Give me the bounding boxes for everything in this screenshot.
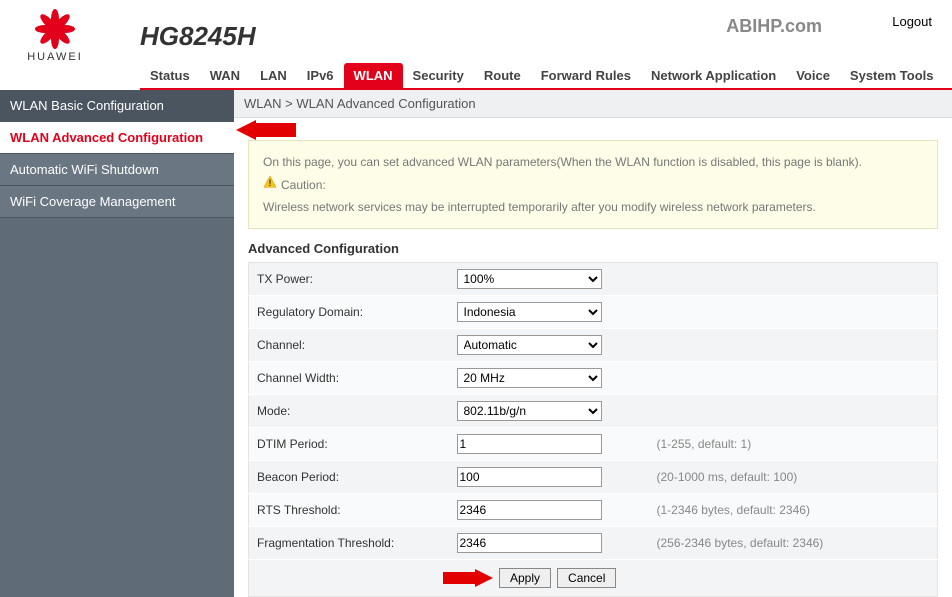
field-label: Channel Width: bbox=[249, 362, 449, 395]
nav-system-tools[interactable]: System Tools bbox=[840, 63, 944, 88]
nav-lan[interactable]: LAN bbox=[250, 63, 297, 88]
field-control: 100% bbox=[449, 263, 649, 296]
select-regulatorydomain[interactable]: Indonesia bbox=[457, 302, 602, 322]
nav-route[interactable]: Route bbox=[474, 63, 531, 88]
apply-button[interactable]: Apply bbox=[499, 568, 551, 588]
breadcrumb: WLAN > WLAN Advanced Configuration bbox=[234, 90, 952, 118]
sidebar-item-basic-config[interactable]: WLAN Basic Configuration bbox=[0, 90, 234, 122]
config-table: TX Power: 100% Regulatory Domain: Indonesia… bbox=[248, 262, 938, 560]
field-label: Mode: bbox=[249, 395, 449, 428]
select-txpower[interactable]: 100% bbox=[457, 269, 602, 289]
field-control: Automatic bbox=[449, 329, 649, 362]
nav-forward-rules[interactable]: Forward Rules bbox=[531, 63, 641, 88]
watermark-text: ABIHP.com bbox=[726, 16, 822, 37]
nav-security[interactable]: Security bbox=[403, 63, 474, 88]
info-line1: On this page, you can set advanced WLAN … bbox=[263, 153, 923, 171]
field-label: DTIM Period: bbox=[249, 428, 449, 461]
cancel-button[interactable]: Cancel bbox=[557, 568, 616, 588]
field-hint bbox=[649, 329, 938, 362]
form-row: Mode: 802.11b/g/n bbox=[249, 395, 938, 428]
field-hint bbox=[649, 395, 938, 428]
section-title: Advanced Configuration bbox=[248, 241, 938, 256]
form-row: Regulatory Domain: Indonesia bbox=[249, 296, 938, 329]
select-channelwidth[interactable]: 20 MHz bbox=[457, 368, 602, 388]
field-label: Beacon Period: bbox=[249, 461, 449, 494]
warning-icon: ! bbox=[263, 175, 277, 194]
sidebar-item-coverage-mgmt[interactable]: WiFi Coverage Management bbox=[0, 186, 234, 218]
field-label: Channel: bbox=[249, 329, 449, 362]
nav-wlan[interactable]: WLAN bbox=[344, 63, 403, 88]
nav-status[interactable]: Status bbox=[140, 63, 200, 88]
brand-name: HUAWEI bbox=[0, 51, 110, 63]
field-hint bbox=[649, 362, 938, 395]
field-control: Indonesia bbox=[449, 296, 649, 329]
svg-text:!: ! bbox=[269, 178, 272, 188]
form-row: Channel: Automatic bbox=[249, 329, 938, 362]
field-hint: (1-2346 bytes, default: 2346) bbox=[649, 494, 938, 527]
form-row: TX Power: 100% bbox=[249, 263, 938, 296]
select-channel[interactable]: Automatic bbox=[457, 335, 602, 355]
form-row: Beacon Period: (20-1000 ms, default: 100) bbox=[249, 461, 938, 494]
button-row: Apply Cancel bbox=[248, 560, 938, 597]
sidebar-item-auto-shutdown[interactable]: Automatic WiFi Shutdown bbox=[0, 154, 234, 186]
caution-label: Caution: bbox=[281, 176, 326, 194]
sidebar-item-advanced-config[interactable]: WLAN Advanced Configuration bbox=[0, 122, 234, 154]
form-row: Fragmentation Threshold: (256-2346 bytes,… bbox=[249, 527, 938, 560]
top-nav: Status WAN LAN IPv6 WLAN Security Route … bbox=[140, 64, 952, 90]
logout-link[interactable]: Logout bbox=[892, 14, 932, 29]
info-box: On this page, you can set advanced WLAN … bbox=[248, 140, 938, 229]
form-row: DTIM Period: (1-255, default: 1) bbox=[249, 428, 938, 461]
field-label: TX Power: bbox=[249, 263, 449, 296]
field-label: Fragmentation Threshold: bbox=[249, 527, 449, 560]
field-hint: (20-1000 ms, default: 100) bbox=[649, 461, 938, 494]
nav-network-application[interactable]: Network Application bbox=[641, 63, 786, 88]
field-hint bbox=[649, 296, 938, 329]
field-control bbox=[449, 461, 649, 494]
input-fragmentationthreshold[interactable] bbox=[457, 533, 602, 553]
form-row: RTS Threshold: (1-2346 bytes, default: 23… bbox=[249, 494, 938, 527]
caution-row: ! Caution: bbox=[263, 175, 923, 194]
nav-wan[interactable]: WAN bbox=[200, 63, 250, 88]
model-title: HG8245H bbox=[140, 21, 256, 52]
info-line2: Wireless network services may be interru… bbox=[263, 198, 923, 216]
field-hint: (256-2346 bytes, default: 2346) bbox=[649, 527, 938, 560]
form-row: Channel Width: 20 MHz bbox=[249, 362, 938, 395]
field-control bbox=[449, 527, 649, 560]
input-rtsthreshold[interactable] bbox=[457, 500, 602, 520]
content: WLAN > WLAN Advanced Configuration On th… bbox=[234, 90, 952, 597]
field-control: 20 MHz bbox=[449, 362, 649, 395]
nav-ipv6[interactable]: IPv6 bbox=[297, 63, 344, 88]
field-label: Regulatory Domain: bbox=[249, 296, 449, 329]
nav-voice[interactable]: Voice bbox=[786, 63, 840, 88]
field-control bbox=[449, 494, 649, 527]
sidebar: WLAN Basic Configuration WLAN Advanced C… bbox=[0, 90, 234, 597]
brand-logo: HUAWEI bbox=[0, 9, 110, 63]
header: HUAWEI HG8245H ABIHP.com Logout bbox=[0, 0, 952, 64]
field-hint: (1-255, default: 1) bbox=[649, 428, 938, 461]
field-control bbox=[449, 428, 649, 461]
field-hint bbox=[649, 263, 938, 296]
annotation-arrow-icon bbox=[443, 569, 493, 587]
main: WLAN Basic Configuration WLAN Advanced C… bbox=[0, 90, 952, 597]
select-mode[interactable]: 802.11b/g/n bbox=[457, 401, 602, 421]
input-dtimperiod[interactable] bbox=[457, 434, 602, 454]
huawei-flower-icon bbox=[30, 9, 80, 49]
input-beaconperiod[interactable] bbox=[457, 467, 602, 487]
field-label: RTS Threshold: bbox=[249, 494, 449, 527]
annotation-arrow-icon bbox=[236, 120, 296, 140]
field-control: 802.11b/g/n bbox=[449, 395, 649, 428]
